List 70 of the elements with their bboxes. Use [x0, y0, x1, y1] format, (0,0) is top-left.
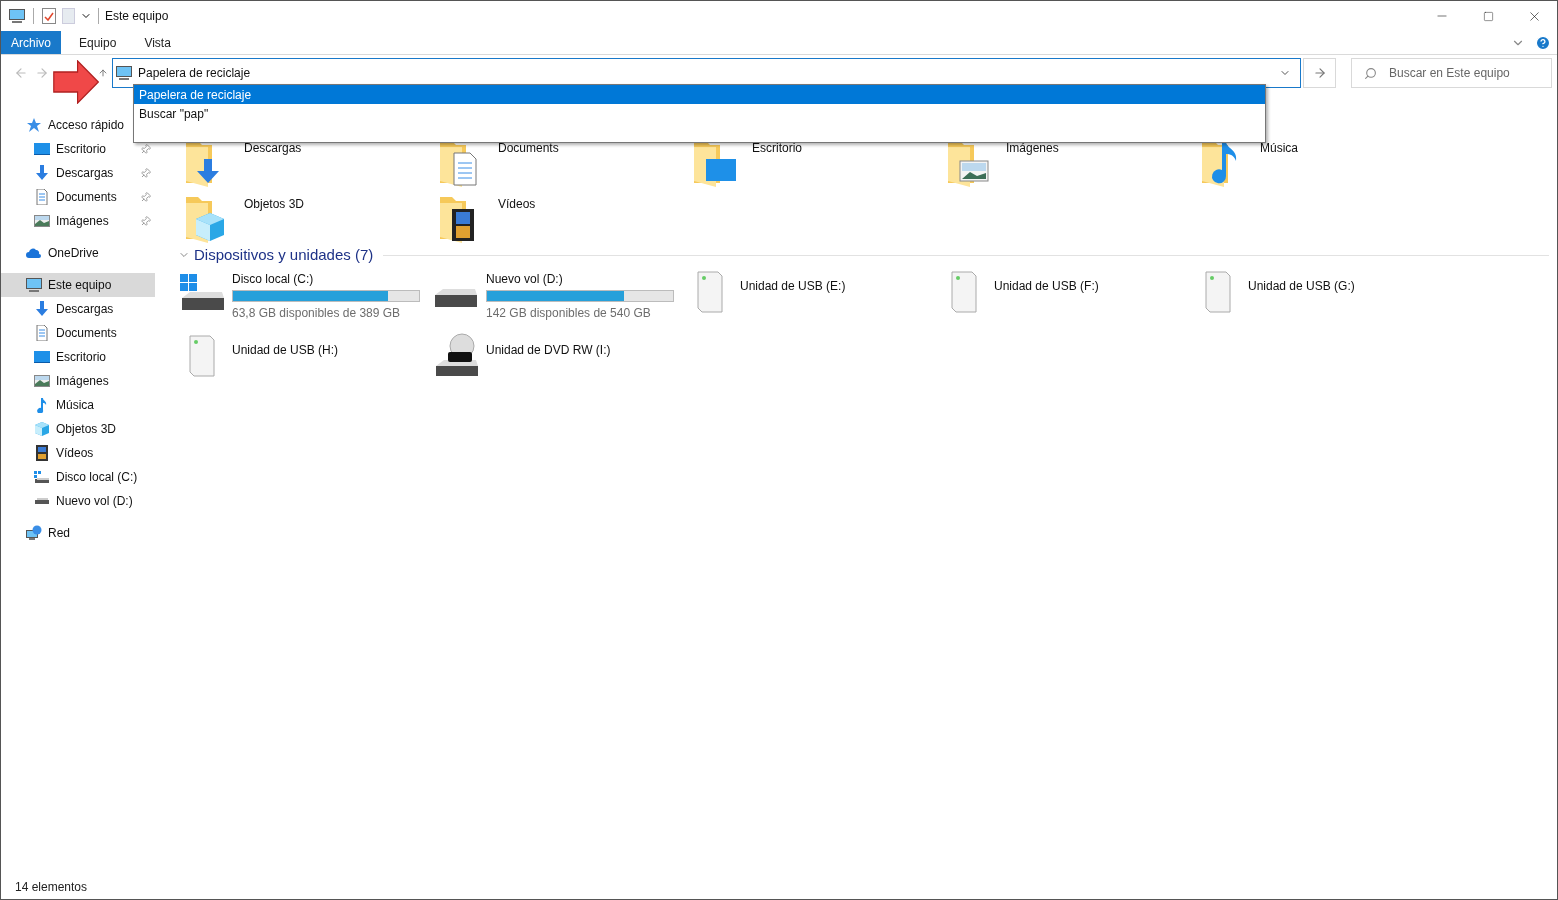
- search-field[interactable]: Buscar en Este equipo: [1389, 64, 1539, 82]
- download-arrow-icon: [34, 165, 50, 181]
- ribbon-tab[interactable]: Equipo: [69, 31, 127, 54]
- suggestion-item[interactable]: Papelera de reciclaje: [134, 85, 1265, 104]
- nav-item[interactable]: Disco local (C:): [1, 465, 155, 489]
- suggestion-item[interactable]: Buscar "pap": [134, 104, 1265, 123]
- window-title: Este equipo: [105, 8, 169, 25]
- drive-icon: [34, 498, 50, 504]
- nav-item[interactable]: OneDrive: [1, 241, 155, 265]
- desktop-icon: [34, 349, 50, 365]
- computer-icon: [116, 65, 132, 81]
- drive-icon: [434, 287, 478, 308]
- nav-item[interactable]: Imágenes: [1, 209, 155, 233]
- folder-name[interactable]: Imágenes: [1006, 139, 1059, 157]
- star-icon: [26, 117, 42, 133]
- maximize-icon: [1482, 10, 1494, 22]
- nav-item[interactable]: Descargas: [1, 161, 155, 185]
- nav-item[interactable]: Escritorio: [1, 345, 155, 369]
- help-icon[interactable]: [1535, 34, 1551, 51]
- new-folder-icon[interactable]: [62, 8, 76, 24]
- landscape-picture-icon: [34, 213, 50, 229]
- film-strip-icon: [34, 445, 50, 461]
- nav-item[interactable]: Red: [1, 521, 155, 545]
- nav-item[interactable]: Objetos 3D: [1, 417, 155, 441]
- up-icon[interactable]: [98, 68, 108, 78]
- ribbon-tab[interactable]: Vista: [134, 31, 181, 54]
- address-input[interactable]: Papelera de reciclaje: [138, 64, 1273, 82]
- folder-name[interactable]: Música: [1260, 139, 1298, 157]
- landscape-picture-icon: [34, 373, 50, 389]
- status-text: 14 elementos: [15, 879, 88, 896]
- drive-name[interactable]: Disco local (C:): [232, 269, 420, 288]
- document-icon: [34, 189, 50, 205]
- folder-name[interactable]: Documents: [498, 139, 559, 157]
- nav-item[interactable]: Este equipo: [1, 273, 155, 297]
- drive-name[interactable]: Nuevo vol (D:): [486, 269, 674, 288]
- network-icon: [26, 525, 42, 541]
- cube-icon: [34, 421, 50, 437]
- nav-item[interactable]: Imágenes: [1, 369, 155, 393]
- nav-item[interactable]: Descargas: [1, 297, 155, 321]
- nav-item[interactable]: Documents: [1, 321, 155, 345]
- search-box[interactable]: Buscar en Este equipo: [1351, 58, 1552, 88]
- drive-name[interactable]: Unidad de DVD RW (I:): [486, 340, 611, 359]
- forward-icon[interactable]: [35, 66, 49, 80]
- free-space-text: 63,8 GB disponibles de 389 GB: [232, 304, 402, 322]
- nav-item[interactable]: Vídeos: [1, 441, 155, 465]
- arrow-annotation: [53, 60, 99, 104]
- folder-name[interactable]: Escritorio: [752, 139, 802, 157]
- drive-name[interactable]: Unidad de USB (E:): [740, 276, 846, 295]
- nav-item[interactable]: Documents: [1, 185, 155, 209]
- drive-name[interactable]: Unidad de USB (G:): [1248, 276, 1355, 295]
- folder-name[interactable]: Objetos 3D: [244, 195, 305, 213]
- folder-name[interactable]: Descargas: [244, 139, 302, 157]
- nav-item[interactable]: Música: [1, 393, 155, 417]
- nav-item[interactable]: Nuevo vol (D:): [1, 489, 155, 513]
- computer-icon: [26, 277, 42, 293]
- document-icon: [34, 325, 50, 341]
- properties-icon[interactable]: [42, 8, 56, 24]
- computer-icon: [9, 8, 25, 24]
- drive-name[interactable]: Unidad de USB (H:): [232, 340, 339, 359]
- folder-name[interactable]: Vídeos: [498, 195, 536, 213]
- desktop-icon: [34, 141, 50, 157]
- drive-name[interactable]: Unidad de USB (F:): [994, 276, 1099, 295]
- free-space-text: 142 GB disponibles de 540 GB: [486, 304, 652, 322]
- go-button[interactable]: [1303, 58, 1336, 88]
- download-arrow-icon: [34, 301, 50, 317]
- system-drive-icon: [34, 469, 50, 485]
- ribbon-tab[interactable]: Archivo: [1, 31, 61, 54]
- section-header[interactable]: Dispositivos y unidades (7): [194, 244, 374, 267]
- search-icon: [1364, 66, 1377, 80]
- nav-item[interactable]: Escritorio: [1, 137, 155, 161]
